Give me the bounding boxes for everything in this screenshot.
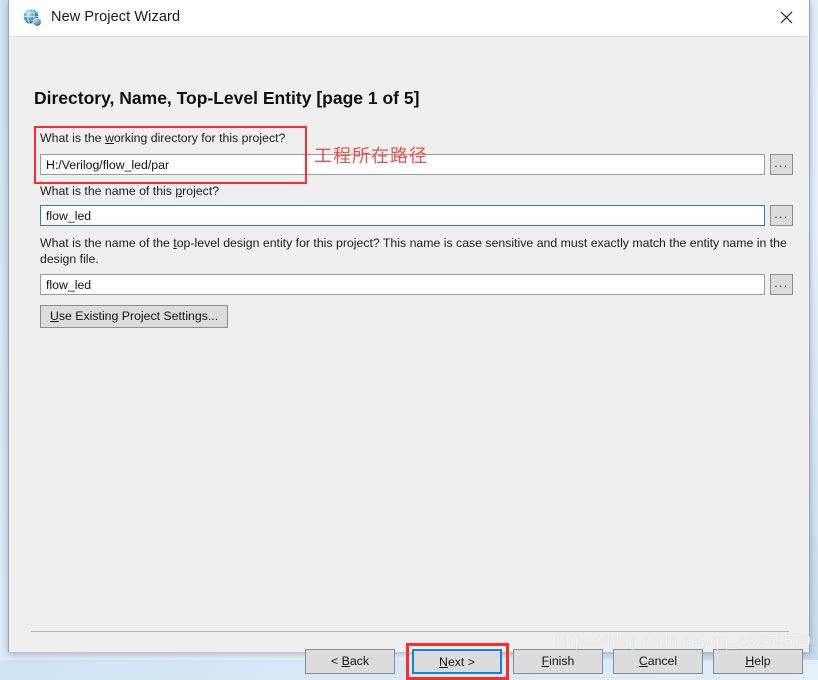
ellipsis-icon: ...	[774, 155, 789, 170]
top-level-entity-input[interactable]	[40, 274, 765, 295]
top-level-entity-label: What is the name of the top-level design…	[40, 236, 787, 266]
ellipsis-icon: ...	[774, 275, 789, 290]
project-name-input[interactable]	[40, 205, 765, 226]
mnemonic-letter: N	[439, 655, 448, 669]
annotation-text-working-directory: 工程所在路径	[314, 146, 428, 167]
browse-working-directory-button[interactable]: ...	[770, 154, 793, 175]
project-name-label: What is the name of this project?	[40, 184, 220, 198]
cancel-button[interactable]: Cancel	[613, 649, 703, 674]
back-button[interactable]: < Back	[305, 649, 395, 674]
mnemonic-letter: C	[638, 654, 648, 668]
window-title: New Project Wizard	[51, 9, 181, 25]
new-project-wizard-dialog: New Project Wizard Directory, Name, Top-…	[8, 0, 810, 680]
title-bar: New Project Wizard	[9, 0, 809, 37]
wizard-page-content: Directory, Name, Top-Level Entity [page …	[9, 37, 809, 680]
ellipsis-icon: ...	[774, 206, 789, 221]
mnemonic-letter: F	[541, 654, 550, 668]
mnemonic-letter: H	[745, 654, 755, 668]
footer-divider	[31, 631, 789, 632]
use-existing-project-settings-button[interactable]: Use Existing Project Settings...	[40, 305, 229, 328]
help-button[interactable]: Help	[713, 649, 803, 674]
working-directory-label: What is the working directory for this p…	[40, 131, 286, 145]
browse-project-name-button[interactable]: ...	[770, 205, 793, 226]
next-button[interactable]: Next >	[412, 649, 502, 674]
finish-button[interactable]: Finish	[513, 649, 603, 674]
page-title: Directory, Name, Top-Level Entity [page …	[34, 88, 420, 108]
mnemonic-letter: B	[341, 654, 350, 668]
mnemonic-letter: w	[104, 131, 114, 145]
close-icon[interactable]	[763, 0, 809, 35]
globe-icon	[22, 8, 42, 28]
mnemonic-letter: U	[50, 309, 59, 323]
browse-top-level-entity-button[interactable]: ...	[770, 274, 793, 295]
